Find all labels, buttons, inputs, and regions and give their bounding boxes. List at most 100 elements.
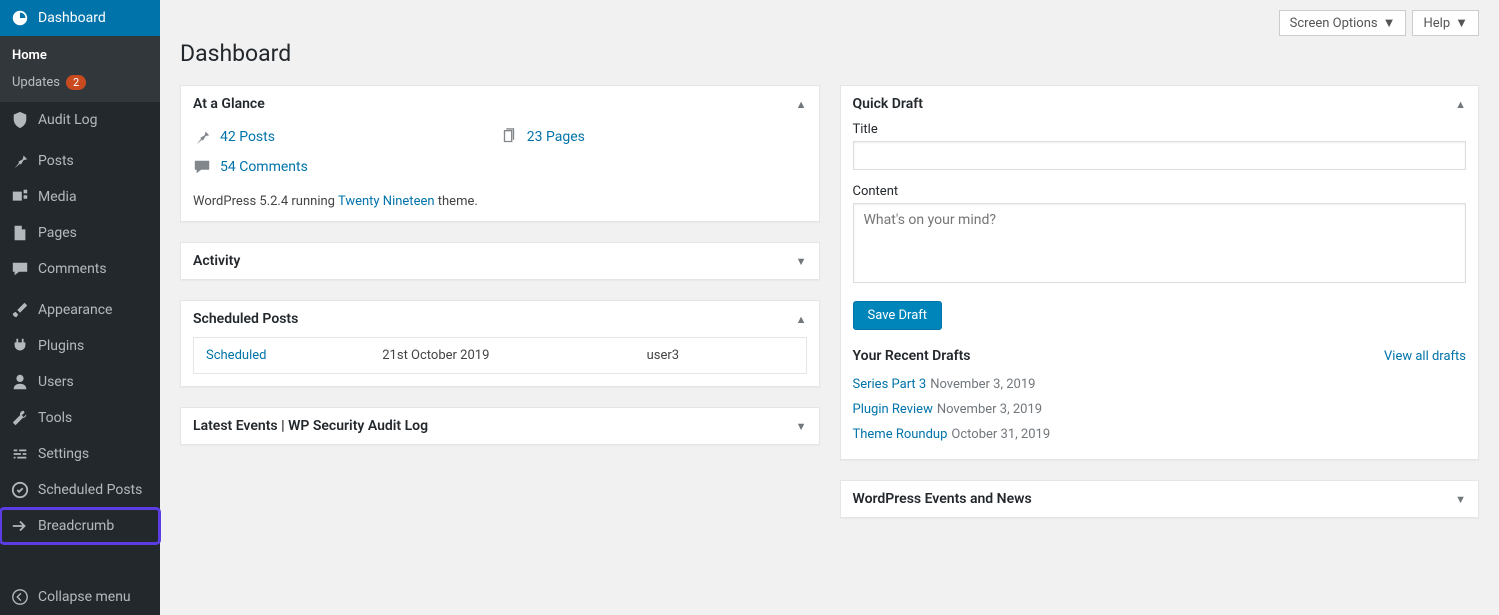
scheduled-status-link[interactable]: Scheduled bbox=[206, 348, 266, 363]
sidebar-label: Users bbox=[38, 374, 74, 390]
pages-icon bbox=[500, 128, 520, 146]
draft-date: November 3, 2019 bbox=[930, 377, 1035, 392]
brush-icon bbox=[10, 300, 30, 320]
arrow-right-icon bbox=[10, 516, 30, 536]
sidebar-item-dashboard[interactable]: Dashboard bbox=[0, 0, 160, 36]
shield-icon bbox=[10, 110, 30, 130]
view-all-drafts-link[interactable]: View all drafts bbox=[1384, 349, 1466, 364]
sidebar-item-tools[interactable]: Tools bbox=[0, 400, 160, 436]
comment-icon bbox=[10, 259, 30, 279]
updates-badge: 2 bbox=[66, 75, 86, 90]
sidebar-item-appearance[interactable]: Appearance bbox=[0, 292, 160, 328]
scheduled-row: Scheduled 21st October 2019 user3 bbox=[193, 337, 807, 374]
draft-link[interactable]: Theme Roundup bbox=[853, 427, 948, 442]
theme-link[interactable]: Twenty Nineteen bbox=[338, 194, 435, 209]
posts-link[interactable]: 42 Posts bbox=[220, 129, 275, 145]
activity-header[interactable]: Activity ▼ bbox=[181, 243, 819, 279]
sidebar-item-plugins[interactable]: Plugins bbox=[0, 328, 160, 364]
screen-options-button[interactable]: Screen Options ▼ bbox=[1279, 10, 1407, 36]
left-column: At a Glance ▲ 42 Posts 23 Pages bbox=[180, 85, 820, 518]
scheduled-date: 21st October 2019 bbox=[382, 348, 646, 363]
media-icon bbox=[10, 187, 30, 207]
glance-pages: 23 Pages bbox=[500, 122, 807, 152]
sidebar-label: Tools bbox=[38, 410, 72, 426]
page-icon bbox=[10, 223, 30, 243]
caret-up-icon: ▲ bbox=[796, 98, 807, 111]
scheduled-posts-box: Scheduled Posts ▲ Scheduled 21st October… bbox=[180, 300, 820, 387]
title-label: Title bbox=[853, 122, 1467, 137]
caret-up-icon: ▲ bbox=[796, 313, 807, 326]
glance-footer: WordPress 5.2.4 running Twenty Nineteen … bbox=[193, 194, 807, 209]
at-a-glance-box: At a Glance ▲ 42 Posts 23 Pages bbox=[180, 85, 820, 222]
sidebar-label: Scheduled Posts bbox=[38, 482, 142, 498]
caret-down-icon: ▼ bbox=[1383, 15, 1396, 31]
sidebar-label: Media bbox=[38, 189, 77, 205]
caret-down-icon: ▼ bbox=[1455, 493, 1466, 506]
sidebar-item-scheduled-posts[interactable]: Scheduled Posts bbox=[0, 472, 160, 508]
title-input[interactable] bbox=[853, 141, 1467, 170]
quick-draft-box: Quick Draft ▲ Title Content Save Draft Y… bbox=[840, 85, 1480, 460]
plug-icon bbox=[10, 336, 30, 356]
sidebar-label: Settings bbox=[38, 446, 89, 462]
sidebar-item-users[interactable]: Users bbox=[0, 364, 160, 400]
main-content: Screen Options ▼ Help ▼ Dashboard At a G… bbox=[160, 0, 1499, 615]
latest-events-box: Latest Events | WP Security Audit Log ▼ bbox=[180, 407, 820, 445]
comments-link[interactable]: 54 Comments bbox=[220, 159, 308, 175]
comment-icon bbox=[193, 158, 213, 176]
draft-date: November 3, 2019 bbox=[937, 402, 1042, 417]
sidebar-item-media[interactable]: Media bbox=[0, 179, 160, 215]
sidebar-submenu-dashboard: Home Updates 2 bbox=[0, 36, 160, 102]
caret-down-icon: ▼ bbox=[796, 255, 807, 268]
draft-link[interactable]: Plugin Review bbox=[853, 402, 933, 417]
top-bar: Screen Options ▼ Help ▼ bbox=[180, 10, 1479, 36]
scheduled-posts-header[interactable]: Scheduled Posts ▲ bbox=[181, 301, 819, 337]
recent-drafts-title: Your Recent Drafts bbox=[853, 348, 971, 364]
sidebar-item-settings[interactable]: Settings bbox=[0, 436, 160, 472]
draft-date: October 31, 2019 bbox=[951, 427, 1050, 442]
sidebar-label: Collapse menu bbox=[38, 589, 131, 605]
glance-comments: 54 Comments bbox=[193, 152, 500, 182]
dashboard-icon bbox=[10, 8, 30, 28]
pin-icon bbox=[10, 151, 30, 171]
quick-draft-header[interactable]: Quick Draft ▲ bbox=[841, 86, 1479, 122]
glance-posts: 42 Posts bbox=[193, 122, 500, 152]
sidebar-item-breadcrumb[interactable]: Breadcrumb bbox=[0, 508, 160, 544]
sidebar-collapse[interactable]: Collapse menu bbox=[0, 579, 160, 615]
pin-icon bbox=[193, 128, 213, 146]
events-news-header[interactable]: WordPress Events and News ▼ bbox=[841, 481, 1479, 517]
draft-link[interactable]: Series Part 3 bbox=[853, 377, 927, 392]
sidebar-label: Audit Log bbox=[38, 112, 98, 128]
draft-item: Plugin Review November 3, 2019 bbox=[853, 397, 1467, 422]
sidebar-subitem-home[interactable]: Home bbox=[0, 42, 160, 69]
sidebar-subitem-updates[interactable]: Updates 2 bbox=[0, 69, 160, 96]
sidebar-item-pages[interactable]: Pages bbox=[0, 215, 160, 251]
collapse-icon bbox=[10, 587, 30, 607]
sidebar-label: Appearance bbox=[38, 302, 112, 318]
sliders-icon bbox=[10, 444, 30, 464]
content-textarea[interactable] bbox=[853, 203, 1467, 283]
activity-box: Activity ▼ bbox=[180, 242, 820, 280]
latest-events-header[interactable]: Latest Events | WP Security Audit Log ▼ bbox=[181, 408, 819, 444]
at-a-glance-header[interactable]: At a Glance ▲ bbox=[181, 86, 819, 122]
sidebar-item-audit-log[interactable]: Audit Log bbox=[0, 102, 160, 138]
pages-link[interactable]: 23 Pages bbox=[527, 129, 585, 145]
sidebar-item-posts[interactable]: Posts bbox=[0, 143, 160, 179]
sidebar-label: Comments bbox=[38, 261, 107, 277]
sidebar-label: Dashboard bbox=[38, 10, 106, 26]
help-button[interactable]: Help ▼ bbox=[1412, 10, 1479, 36]
save-draft-button[interactable]: Save Draft bbox=[853, 301, 943, 330]
page-title: Dashboard bbox=[180, 40, 1479, 67]
sidebar-item-comments[interactable]: Comments bbox=[0, 251, 160, 287]
sidebar-label: Posts bbox=[38, 153, 74, 169]
scheduled-user: user3 bbox=[647, 348, 794, 363]
draft-item: Series Part 3November 3, 2019 bbox=[853, 372, 1467, 397]
wrench-icon bbox=[10, 408, 30, 428]
events-news-box: WordPress Events and News ▼ bbox=[840, 480, 1480, 518]
admin-sidebar: Dashboard Home Updates 2 Audit Log Posts… bbox=[0, 0, 160, 615]
sidebar-label: Breadcrumb bbox=[38, 518, 114, 534]
user-icon bbox=[10, 372, 30, 392]
caret-up-icon: ▲ bbox=[1455, 98, 1466, 111]
caret-down-icon: ▼ bbox=[796, 420, 807, 433]
right-column: Quick Draft ▲ Title Content Save Draft Y… bbox=[840, 85, 1480, 518]
draft-item: Theme RoundupOctober 31, 2019 bbox=[853, 422, 1467, 447]
